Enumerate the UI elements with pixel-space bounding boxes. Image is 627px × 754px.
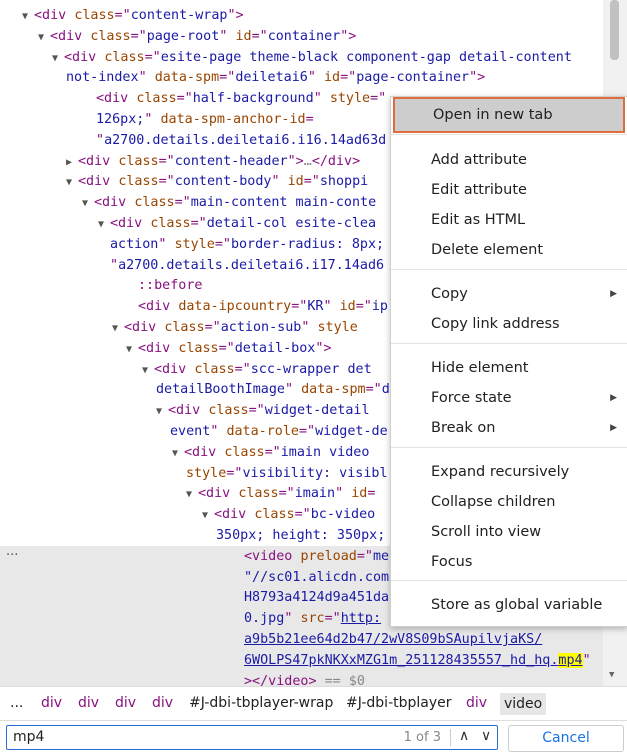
submenu-arrow-icon: ▶ [610, 423, 617, 433]
menu-delete-element[interactable]: Delete element [391, 236, 627, 264]
menu-item-label: Collapse children [431, 494, 556, 510]
breadcrumb-item[interactable]: #J-dbi-tbplayer [346, 695, 452, 711]
menu-item-label: Delete element [431, 242, 544, 258]
menu-item-label: Edit as HTML [431, 212, 526, 228]
dom-node-line[interactable]: ></video> == $0 [0, 670, 603, 686]
breadcrumb-item[interactable]: div [78, 695, 99, 711]
menu-item-label: Expand recursively [431, 464, 570, 480]
expand-toggle-icon[interactable]: ▼ [202, 505, 214, 526]
expand-toggle-icon[interactable]: ▼ [172, 443, 184, 464]
search-input-value[interactable]: mp4 [13, 729, 44, 745]
context-menu: Open in new tab Add attribute Edit attribu… [390, 96, 627, 627]
expand-toggle-icon[interactable]: ▼ [82, 193, 94, 214]
menu-separator [391, 134, 627, 135]
scrollbar-thumb[interactable] [610, 0, 619, 60]
menu-force-state[interactable]: Force state ▶ [391, 384, 627, 412]
search-divider [450, 729, 451, 746]
menu-add-attribute[interactable]: Add attribute [391, 146, 627, 174]
expand-toggle-icon[interactable]: ▼ [98, 214, 110, 235]
dom-node-line[interactable]: ▼ <div class="esite-page theme-black comp… [0, 47, 603, 68]
menu-copy[interactable]: Copy ▶ [391, 280, 627, 308]
expand-toggle-icon[interactable]: ▼ [186, 484, 198, 505]
menu-expand-recursively[interactable]: Expand recursively [391, 458, 627, 486]
menu-copy-link-address[interactable]: Copy link address [391, 310, 627, 338]
menu-separator [391, 580, 627, 581]
menu-focus[interactable]: Focus [391, 548, 627, 576]
menu-separator [391, 269, 627, 270]
submenu-arrow-icon: ▶ [610, 289, 617, 299]
breadcrumb-item[interactable]: ... [10, 695, 23, 711]
search-input[interactable]: mp4 1 of 3 ∧ ∨ [6, 725, 498, 750]
expand-toggle-icon[interactable]: ▼ [38, 27, 50, 48]
menu-item-label: Focus [431, 554, 473, 570]
breadcrumb: ... div div div div #J-dbi-tbplayer-wrap #J-db… [0, 686, 627, 721]
menu-separator [391, 343, 627, 344]
submenu-arrow-icon: ▶ [610, 393, 617, 403]
search-bar: mp4 1 of 3 ∧ ∨ Cancel [0, 720, 627, 754]
menu-open-new-tab[interactable]: Open in new tab [393, 97, 625, 133]
menu-item-label: Edit attribute [431, 182, 527, 198]
expand-toggle-icon[interactable]: ▼ [142, 360, 154, 381]
next-match-icon[interactable]: ∨ [481, 728, 491, 744]
previous-match-icon[interactable]: ∧ [459, 728, 469, 744]
menu-item-label: Copy link address [431, 316, 560, 332]
menu-item-label: Hide element [431, 360, 529, 376]
breadcrumb-item[interactable]: div [152, 695, 173, 711]
breadcrumb-item[interactable]: div [115, 695, 136, 711]
menu-hide-element[interactable]: Hide element [391, 354, 627, 382]
expand-toggle-icon[interactable]: ▼ [156, 401, 168, 422]
expand-toggle-icon[interactable]: ▼ [112, 318, 124, 339]
expand-toggle-icon[interactable]: ▼ [126, 339, 138, 360]
expand-toggle-icon[interactable]: ▼ [66, 172, 78, 193]
menu-item-label: Force state [431, 390, 512, 406]
menu-separator [391, 447, 627, 448]
cancel-button[interactable]: Cancel [508, 725, 624, 752]
breadcrumb-item[interactable]: div [41, 695, 62, 711]
menu-item-label: Open in new tab [433, 107, 553, 123]
scroll-down-arrow-icon[interactable]: ▼ [609, 670, 614, 680]
dom-node-line[interactable]: 6WOLPS47pkNKXxMZG1m_251128435557_hd_hq.m… [0, 649, 603, 671]
menu-item-label: Add attribute [431, 152, 527, 168]
ellipsis-gutter[interactable]: ... [6, 544, 18, 559]
menu-edit-attribute[interactable]: Edit attribute [391, 176, 627, 204]
expand-toggle-icon[interactable]: ▶ [66, 152, 78, 173]
menu-item-label: Copy [431, 286, 468, 302]
expand-toggle-icon[interactable]: ▼ [52, 48, 64, 69]
search-match-count: 1 of 3 [403, 730, 441, 745]
menu-item-label: Break on [431, 420, 496, 436]
menu-break-on[interactable]: Break on ▶ [391, 414, 627, 442]
expand-toggle-icon[interactable]: ▼ [22, 6, 34, 27]
dom-node-line[interactable]: a9b5b21ee64d2b47/2wV8S09bSAupilvjaKS/ [0, 629, 603, 650]
menu-item-label: Scroll into view [431, 524, 542, 540]
dom-node-line[interactable]: ▼ <div class="content-wrap"> [0, 5, 603, 26]
menu-scroll-into-view[interactable]: Scroll into view [391, 518, 627, 546]
menu-item-label: Store as global variable [431, 597, 603, 613]
dom-node-line[interactable]: ▼ <div class="page-root" id="container"> [0, 26, 603, 47]
menu-store-global-variable[interactable]: Store as global variable [391, 591, 627, 619]
breadcrumb-item[interactable]: #J-dbi-tbplayer-wrap [189, 695, 333, 711]
menu-collapse-children[interactable]: Collapse children [391, 488, 627, 516]
breadcrumb-item[interactable]: div [466, 695, 487, 711]
dom-node-line[interactable]: not-index" data-spm="deiletai6" id="page… [0, 67, 603, 88]
breadcrumb-item[interactable]: video [500, 693, 547, 715]
menu-edit-as-html[interactable]: Edit as HTML [391, 206, 627, 234]
